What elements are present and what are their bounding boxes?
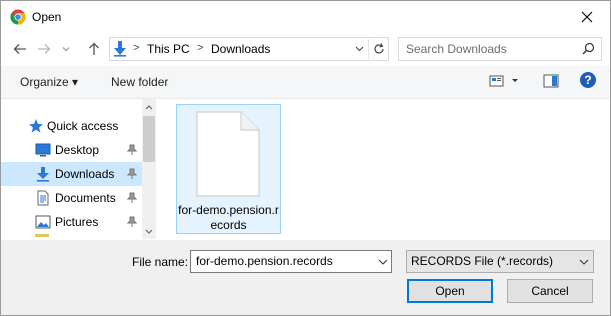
cancel-button[interactable]: Cancel [507,279,593,303]
sidebar-item-label: Pictures [55,215,99,229]
file-icon [195,110,261,201]
open-button[interactable]: Open [407,279,493,303]
view-icon [489,75,518,87]
breadcrumb-this-pc[interactable]: This PC [147,42,190,56]
address-bar[interactable]: > This PC > Downloads [109,37,389,61]
sidebar-item-quick-access[interactable]: Quick access [1,114,142,138]
sidebar-item-partial [1,234,142,239]
chevron-down-icon[interactable] [378,255,388,269]
close-icon [581,11,593,22]
pin-icon [126,168,138,183]
sidebar-item-documents[interactable]: Documents [1,186,142,210]
new-folder-button[interactable]: New folder [111,75,168,89]
up-button[interactable] [83,38,105,60]
desktop-icon [35,142,51,161]
change-view-button[interactable] [489,74,519,91]
star-icon [28,118,44,137]
recent-locations-button[interactable] [59,38,73,60]
organize-button[interactable]: Organize ▾ [20,75,78,89]
scroll-up-button[interactable] [142,100,156,114]
help-icon: ? [580,72,596,88]
arrow-up-icon [89,42,99,55]
file-name: for-demo.pension.records [178,203,279,232]
navigation-bar: > This PC > Downloads Search Downloads [1,34,610,64]
window-title: Open [32,10,62,24]
scrollbar-thumb[interactable] [143,116,155,162]
arrow-left-icon [13,44,26,54]
chevron-up-icon [145,104,153,109]
sidebar-item-desktop[interactable]: Desktop [1,138,142,162]
pictures-icon [35,214,51,233]
breadcrumb-downloads[interactable]: Downloads [211,42,270,56]
sidebar-item-pictures[interactable]: Pictures [1,210,142,234]
scroll-down-button[interactable] [142,224,156,238]
search-input[interactable]: Search Downloads [398,37,602,61]
documents-icon [35,190,51,209]
download-arrow-icon [112,40,128,60]
chrome-icon [10,9,26,25]
breadcrumb-separator: > [133,42,140,54]
preview-pane-button[interactable] [543,74,559,91]
filename-value: for-demo.pension.records [196,254,333,268]
forward-button[interactable] [33,38,55,60]
breadcrumb-separator: > [197,42,204,54]
pin-icon [126,144,138,159]
file-item[interactable]: for-demo.pension.records [176,104,281,234]
sidebar-item-label: Documents [55,191,116,205]
file-list: for-demo.pension.records [157,99,610,239]
command-toolbar: Organize ▾ New folder ? [1,66,610,99]
address-history-button[interactable] [350,39,368,59]
navpane-scrollbar[interactable] [142,99,156,239]
chevron-down-icon [145,229,153,234]
help-button[interactable]: ? [580,72,596,88]
sidebar-item-label: Quick access [47,119,119,133]
bottom-panel: File name: for-demo.pension.records RECO… [1,240,610,315]
filename-input[interactable]: for-demo.pension.records [190,250,392,273]
pin-icon [126,192,138,207]
navigation-pane: Quick access Desktop Downloads Documents… [1,99,156,239]
back-button[interactable] [9,38,31,60]
preview-pane-icon [543,74,559,88]
refresh-button[interactable] [368,39,389,59]
arrow-right-icon [38,44,51,54]
chevron-down-icon [62,47,70,52]
close-button[interactable] [564,1,610,32]
filetype-value: RECORDS File (*.records) [411,254,554,268]
open-dialog: Open > This PC > Downloads Search Downlo… [0,0,611,316]
folder-icon [35,234,49,237]
sidebar-item-downloads[interactable]: Downloads [1,162,142,186]
refresh-icon [374,43,384,54]
pin-icon [126,216,138,231]
title-bar: Open [1,1,610,32]
chevron-down-icon [579,255,589,269]
search-placeholder: Search Downloads [406,42,507,56]
chevron-down-icon [355,46,363,52]
sidebar-item-label: Desktop [55,143,100,157]
search-icon [582,42,595,58]
filename-label: File name: [132,255,189,269]
download-arrow-icon [35,166,51,185]
filetype-select[interactable]: RECORDS File (*.records) [406,250,594,273]
sidebar-item-label: Downloads [55,167,115,181]
